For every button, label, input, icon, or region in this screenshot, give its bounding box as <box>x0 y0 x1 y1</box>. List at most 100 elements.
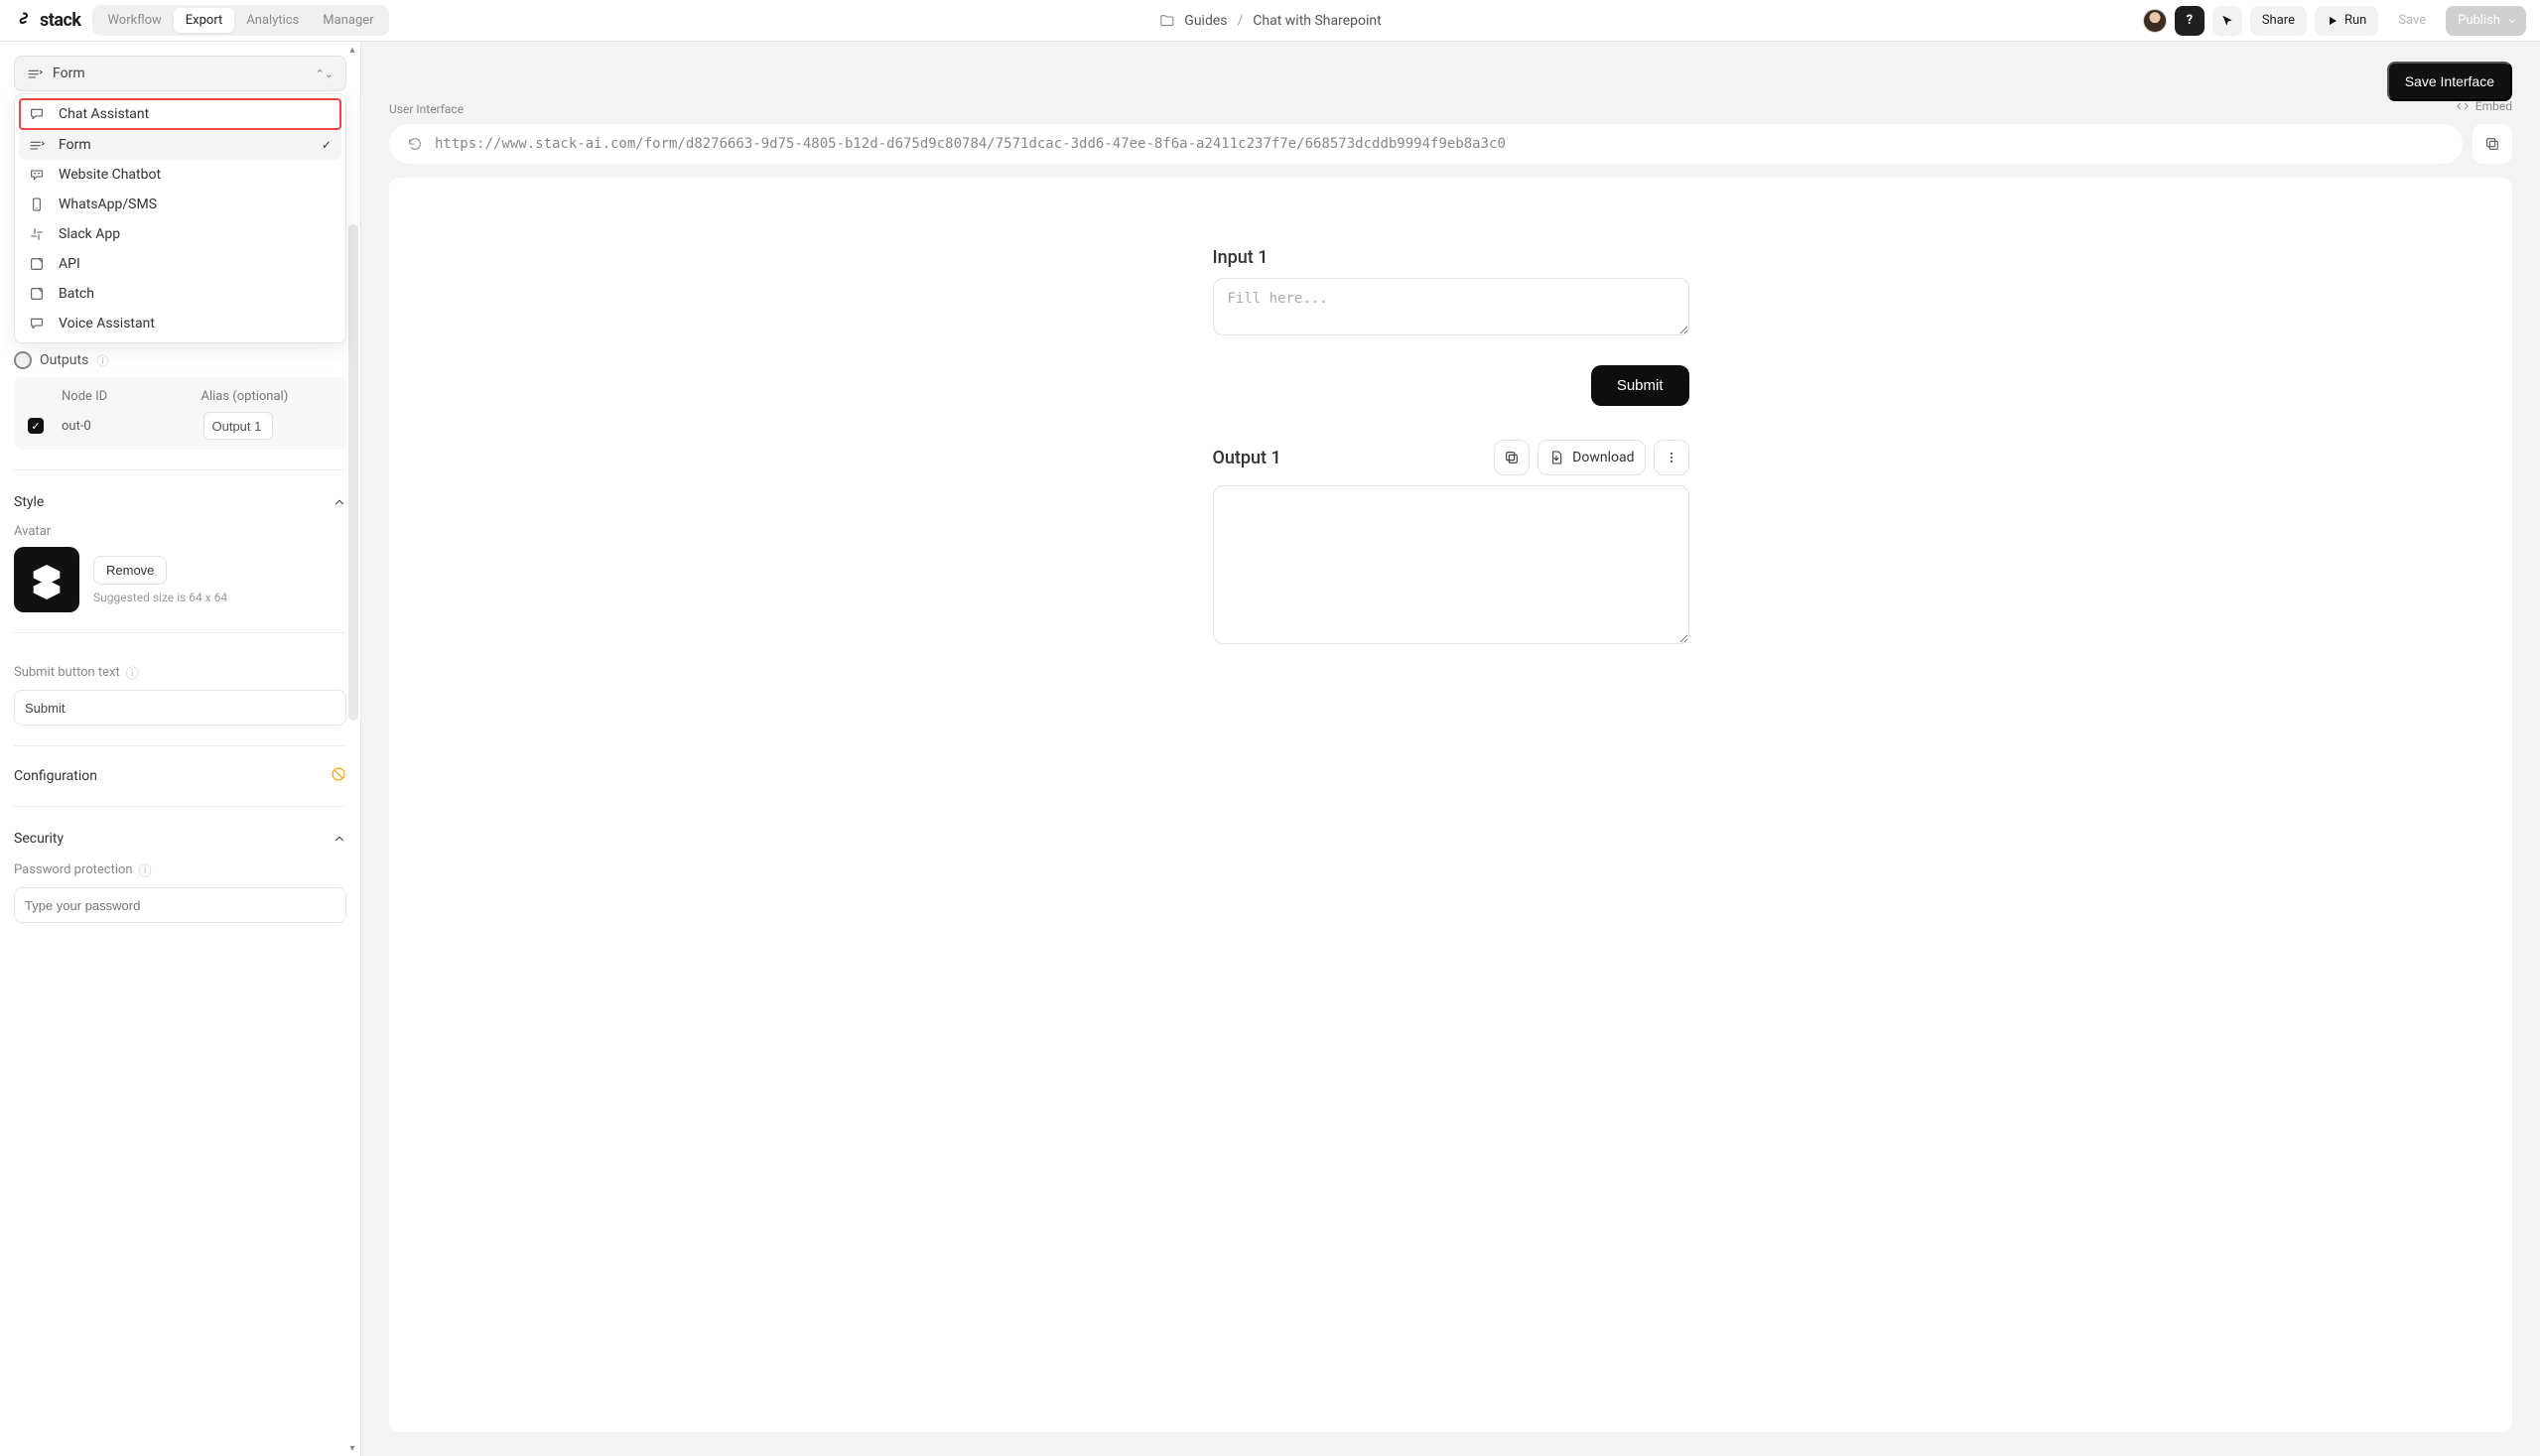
dropdown-item-chat-assistant[interactable]: Chat Assistant <box>19 98 341 130</box>
cursor-icon <box>2220 14 2234 28</box>
nav-tabs: Workflow Export Analytics Manager <box>92 5 388 36</box>
info-icon[interactable]: ⓘ <box>96 352 108 369</box>
dropdown-item-slack-app[interactable]: Slack App <box>19 219 341 249</box>
avatar-preview[interactable] <box>14 547 79 612</box>
dropdown-item-website-chatbot[interactable]: Website Chatbot <box>19 160 341 190</box>
breadcrumb-page[interactable]: Chat with Sharepoint <box>1253 13 1381 29</box>
submit-row: Submit <box>1213 365 1689 406</box>
scrollbar[interactable] <box>348 224 358 721</box>
preview-canvas: Input 1 Submit Output 1 <box>389 178 2512 1432</box>
publish-label: Publish <box>2458 13 2500 28</box>
output-node-id: out-0 <box>62 419 196 434</box>
slack-icon <box>29 226 47 242</box>
reload-icon <box>407 136 423 152</box>
dropdown-item-whatsapp-sms[interactable]: WhatsApp/SMS <box>19 190 341 219</box>
dropdown-item-batch[interactable]: Batch <box>19 279 341 309</box>
outputs-section-header: Outputs ⓘ <box>14 351 346 369</box>
info-icon[interactable]: ⓘ <box>126 663 139 682</box>
submit-text-label: Submit button text ⓘ <box>14 663 139 682</box>
save-button[interactable]: Save <box>2386 6 2438 36</box>
main-inner: User Interface Embed https://www.stack-a… <box>361 42 2540 1456</box>
ui-label: User Interface <box>389 102 464 116</box>
avatar-label: Avatar <box>14 524 51 539</box>
breadcrumb-sep: / <box>1238 13 1244 29</box>
url-pill: https://www.stack-ai.com/form/d8276663-9… <box>389 124 2463 164</box>
check-icon: ✓ <box>322 138 332 152</box>
output-alias-input[interactable] <box>203 412 273 440</box>
dropdown-item-form[interactable]: Form ✓ <box>19 130 341 160</box>
submit-text-input[interactable] <box>14 690 346 726</box>
dropdown-label: Chat Assistant <box>59 106 332 122</box>
save-interface-button[interactable]: Save Interface <box>2387 62 2512 101</box>
download-label: Download <box>1572 450 1634 465</box>
submit-button[interactable]: Submit <box>1591 365 1689 406</box>
download-button[interactable]: Download <box>1537 440 1645 475</box>
copy-output-button[interactable] <box>1494 440 1530 475</box>
configuration-section-toggle[interactable]: Configuration <box>14 766 346 786</box>
preview-form: Input 1 Submit Output 1 <box>1213 247 1689 644</box>
dropdown-label: Batch <box>59 286 332 302</box>
tab-manager[interactable]: Manager <box>311 8 385 33</box>
tab-export[interactable]: Export <box>174 8 235 33</box>
batch-icon <box>29 286 47 302</box>
style-section-toggle[interactable]: Style <box>14 490 346 514</box>
play-icon <box>2327 15 2339 27</box>
cursor-button[interactable] <box>2212 6 2242 36</box>
dropdown-item-api[interactable]: API <box>19 249 341 279</box>
avatar-hint: Suggested size is 64 x 64 <box>93 591 227 604</box>
configuration-title: Configuration <box>14 768 97 784</box>
brand-logo[interactable]: stack <box>14 10 80 31</box>
tab-analytics[interactable]: Analytics <box>234 8 311 33</box>
outputs-col-alias: Alias (optional) <box>201 389 334 404</box>
topbar-right: ? Share Run Save Publish <box>2143 6 2526 36</box>
chevron-updown-icon: ⌃⌄ <box>316 67 334 80</box>
chevron-up-icon <box>333 495 346 509</box>
dropdown-label: API <box>59 256 332 272</box>
dropdown-label: Form <box>59 137 310 153</box>
more-output-button[interactable] <box>1654 440 1689 475</box>
avatar-row: Remove Suggested size is 64 x 64 <box>14 547 346 612</box>
remove-avatar-button[interactable]: Remove <box>93 556 167 585</box>
embed-link[interactable]: Embed <box>2456 99 2512 113</box>
topbar-left: stack Workflow Export Analytics Manager <box>14 5 389 36</box>
dropdown-label: WhatsApp/SMS <box>59 197 332 212</box>
breadcrumb: Guides / Chat with Sharepoint <box>1158 13 1381 29</box>
output-checkbox[interactable]: ✓ <box>28 418 44 434</box>
scroll-down-icon[interactable]: ▾ <box>346 1442 358 1454</box>
sidebar-scroll: Form ⌃⌄ Chat Assistant Form ✓ <box>0 42 360 1456</box>
form-icon <box>29 137 47 153</box>
outputs-col-id: Node ID <box>62 389 194 404</box>
body: ▴ ▾ Form ⌃⌄ Chat Assistant <box>0 42 2540 1456</box>
kebab-icon <box>1664 450 1679 465</box>
scroll-up-icon[interactable]: ▴ <box>346 44 358 56</box>
topbar: stack Workflow Export Analytics Manager … <box>0 0 2540 42</box>
download-icon <box>1548 450 1564 465</box>
dropdown-item-voice-assistant[interactable]: Voice Assistant <box>19 309 341 338</box>
run-button[interactable]: Run <box>2315 6 2378 36</box>
embed-label: Embed <box>2475 99 2512 113</box>
output-box[interactable] <box>1213 485 1689 644</box>
security-section-toggle[interactable]: Security <box>14 827 346 851</box>
logo-icon <box>14 11 34 31</box>
input-textarea[interactable] <box>1213 278 1689 335</box>
url-text[interactable]: https://www.stack-ai.com/form/d8276663-9… <box>435 136 1506 152</box>
chatbot-icon <box>29 167 47 183</box>
tab-workflow[interactable]: Workflow <box>95 8 173 33</box>
publish-button[interactable]: Publish <box>2446 6 2526 36</box>
outputs-row: ✓ out-0 <box>24 412 336 440</box>
output-actions: Download <box>1494 440 1688 475</box>
info-icon[interactable]: ⓘ <box>139 860 152 879</box>
sidebar: ▴ ▾ Form ⌃⌄ Chat Assistant <box>0 42 361 1456</box>
security-title: Security <box>14 831 64 847</box>
chat-icon <box>29 106 47 122</box>
export-type-select[interactable]: Form ⌃⌄ <box>14 56 346 91</box>
password-input[interactable] <box>14 887 346 923</box>
user-avatar[interactable] <box>2143 9 2167 33</box>
copy-url-button[interactable] <box>2473 124 2512 164</box>
breadcrumb-folder[interactable]: Guides <box>1184 13 1227 29</box>
reload-button[interactable] <box>407 136 423 152</box>
help-button[interactable]: ? <box>2175 6 2205 36</box>
outputs-columns: Node ID Alias (optional) <box>24 387 336 412</box>
share-button[interactable]: Share <box>2250 6 2307 36</box>
export-type-selected: Form <box>53 66 306 81</box>
